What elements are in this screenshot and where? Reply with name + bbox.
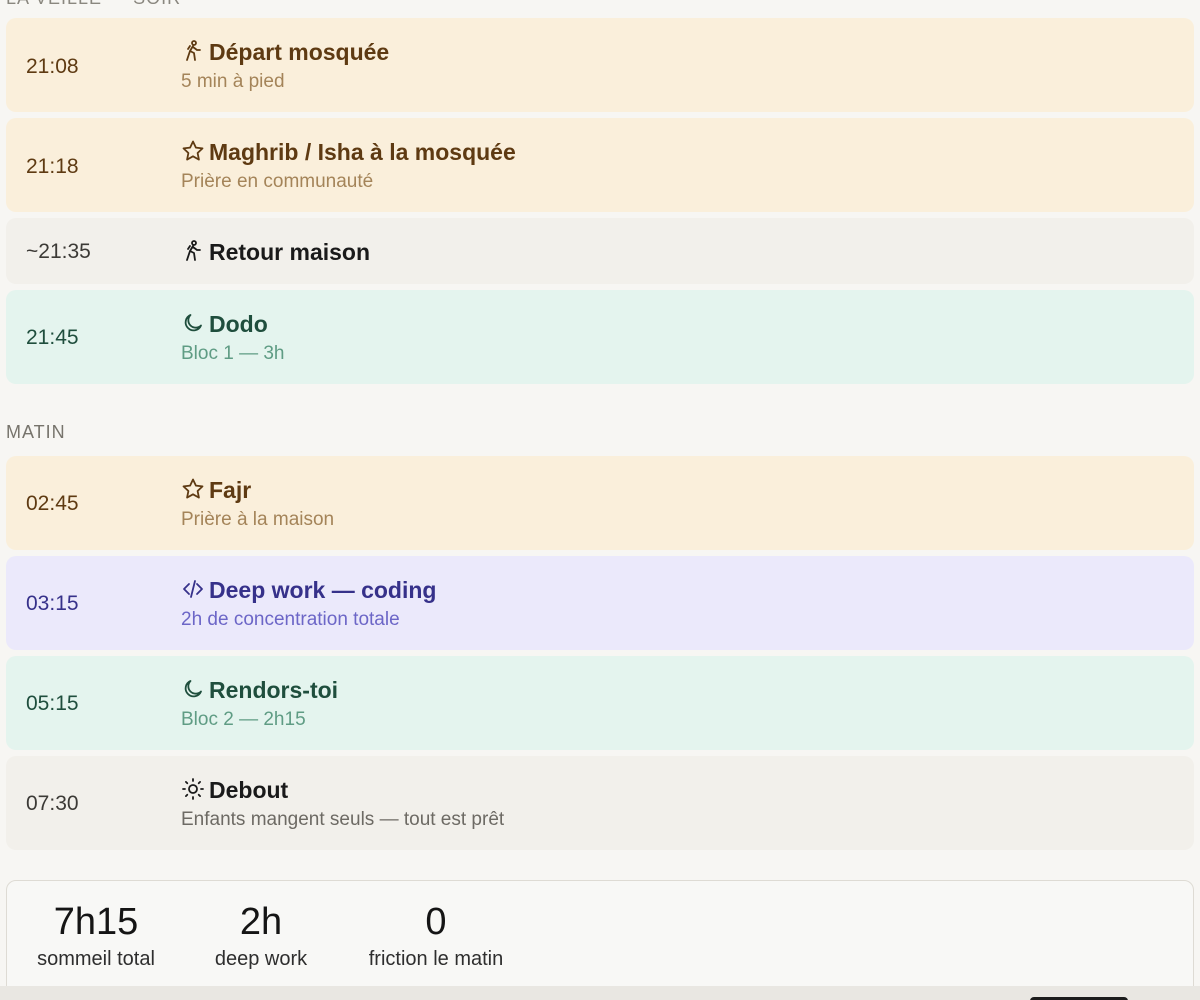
stat-label: friction le matin <box>368 948 504 970</box>
row-subtitle: Enfants mangent seuls — tout est prêt <box>181 809 505 830</box>
row-title: Dodo <box>209 311 268 337</box>
stat-label: deep work <box>214 948 308 970</box>
schedule-row-rendors-toi[interactable]: 05:15 Rendors-toi Bloc 2 — 2h15 <box>6 656 1194 750</box>
stat-value: 2h <box>239 901 283 943</box>
stat-value: 0 <box>425 901 447 943</box>
row-title: Fajr <box>209 477 252 503</box>
stat-deep-work: 2h deep work <box>201 901 321 971</box>
star-icon <box>181 139 205 163</box>
row-title: Rendors-toi <box>209 677 339 703</box>
row-time: ~21:35 <box>26 240 91 263</box>
schedule-row-maghrib-isha[interactable]: 21:18 Maghrib / Isha à la mosquée Prière… <box>6 118 1194 212</box>
schedule-row-retour[interactable]: ~21:35 Retour maison <box>6 218 1194 284</box>
row-subtitle: 5 min à pied <box>181 71 285 92</box>
row-title: Départ mosquée <box>209 39 390 65</box>
row-title: Deep work — coding <box>209 577 437 603</box>
section-label-morning: MATIN <box>6 422 66 442</box>
row-time: 21:08 <box>26 55 79 78</box>
section-label-evening: LA VEILLE — SOIR <box>6 0 181 9</box>
row-title: Maghrib / Isha à la mosquée <box>209 139 516 165</box>
row-title: Debout <box>209 777 289 803</box>
walk-icon <box>181 239 205 263</box>
schedule-row-depart[interactable]: 21:08 Départ mosquée 5 min à pied <box>6 18 1194 112</box>
star-icon <box>181 477 205 501</box>
stat-friction: 0 friction le matin <box>353 901 519 971</box>
row-time: 21:18 <box>26 155 79 178</box>
row-time: 07:30 <box>26 792 79 815</box>
schedule-row-fajr[interactable]: 02:45 Fajr Prière à la maison <box>6 456 1194 550</box>
sun-icon <box>181 777 205 801</box>
code-icon <box>181 577 205 601</box>
schedule-row-deep-work[interactable]: 03:15 Deep work — coding 2h de concentra… <box>6 556 1194 650</box>
moon-icon <box>181 677 205 701</box>
row-time: 02:45 <box>26 492 79 515</box>
row-subtitle: Prière en communauté <box>181 171 374 192</box>
schedule-row-debout[interactable]: 07:30 Debout Enfants mangent seuls — tou… <box>6 756 1194 850</box>
stat-sleep: 7h15 sommeil total <box>27 901 165 971</box>
row-subtitle: Bloc 2 — 2h15 <box>181 709 306 730</box>
row-subtitle: 2h de concentration totale <box>181 609 400 630</box>
summary-card: 7h15 sommeil total 2h deep work 0 fricti… <box>6 880 1194 1000</box>
row-time: 05:15 <box>26 692 79 715</box>
walk-icon <box>181 39 205 63</box>
row-time: 21:45 <box>26 326 79 349</box>
row-subtitle: Bloc 1 — 3h <box>181 343 285 364</box>
row-subtitle: Prière à la maison <box>181 509 335 530</box>
bottom-bar <box>0 986 1200 1000</box>
stat-value: 7h15 <box>53 901 139 943</box>
row-title: Retour maison <box>209 239 371 265</box>
schedule-row-dodo[interactable]: 21:45 Dodo Bloc 1 — 3h <box>6 290 1194 384</box>
stat-label: sommeil total <box>37 948 155 970</box>
moon-icon <box>181 311 205 335</box>
row-time: 03:15 <box>26 592 79 615</box>
